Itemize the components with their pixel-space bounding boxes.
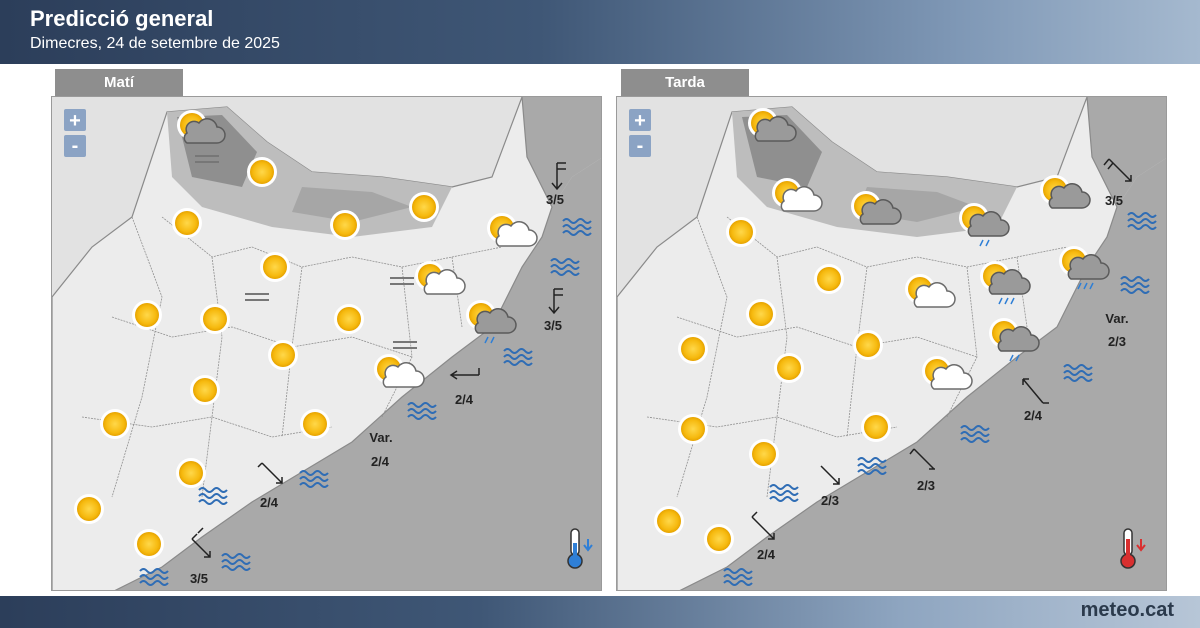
page-title: Predicció general [30,6,214,31]
sun-icon [300,409,330,439]
wind-label: Var. [369,430,392,445]
sun-icon [749,439,779,469]
sun-icon [134,529,164,559]
sun-icon [200,304,230,334]
sun-icon [409,192,439,222]
wind-label: 2/3 [1108,334,1126,349]
zoom-in-label: + [634,110,646,132]
map-tarda[interactable]: + - 3/5 Var. 2/3 2/4 2/3 2/3 2/4 [616,96,1167,591]
sun-icon [132,300,162,330]
zoom-out-label: - [637,135,644,157]
sun-icon [190,375,220,405]
sun-icon [268,340,298,370]
wind-label: 2/4 [260,495,279,510]
zoom-out-label: - [72,135,79,157]
zoom-in-label: + [69,110,81,132]
sun-icon [172,208,202,238]
meteocat-logo[interactable]: meteo.cat [1081,599,1174,622]
tab-tarda[interactable]: Tarda [621,69,749,96]
sun-icon [334,304,364,334]
sun-icon [100,409,130,439]
sun-icon [774,353,804,383]
wind-label: 3/5 [546,192,564,207]
forecast-date: Dimecres, 24 de setembre de 2025 [30,35,280,52]
map-mati[interactable]: + - 3/5 3/5 2/4 Var. 2/4 2/4 3/5 [51,96,602,591]
wind-label: 3/5 [1105,193,1123,208]
wind-label: 2/4 [371,454,390,469]
footer-banner: meteo.cat [0,596,1200,628]
wind-label: 2/4 [757,547,776,562]
sun-icon [814,264,844,294]
sun-icon [853,330,883,360]
header-banner: Predicció general Dimecres, 24 de setemb… [0,0,1200,64]
sun-icon [861,412,891,442]
sun-icon [746,299,776,329]
sun-icon [176,458,206,488]
wind-label: 2/4 [455,392,474,407]
wind-label: 2/4 [1024,408,1043,423]
sun-icon [330,210,360,240]
tab-mati[interactable]: Matí [55,69,183,96]
wind-label: 3/5 [544,318,562,333]
sun-icon [260,252,290,282]
sun-icon [247,157,277,187]
wind-label: 3/5 [190,571,208,586]
brand-main: meteo [1080,599,1140,621]
sun-icon [74,494,104,524]
wind-label: Var. [1105,311,1128,326]
sun-icon [726,217,756,247]
sun-icon [678,334,708,364]
wind-label: 2/3 [917,478,935,493]
sun-icon [678,414,708,444]
wind-label: 2/3 [821,493,839,508]
sun-icon [654,506,684,536]
sun-icon [704,524,734,554]
brand-tld: .cat [1139,599,1174,621]
